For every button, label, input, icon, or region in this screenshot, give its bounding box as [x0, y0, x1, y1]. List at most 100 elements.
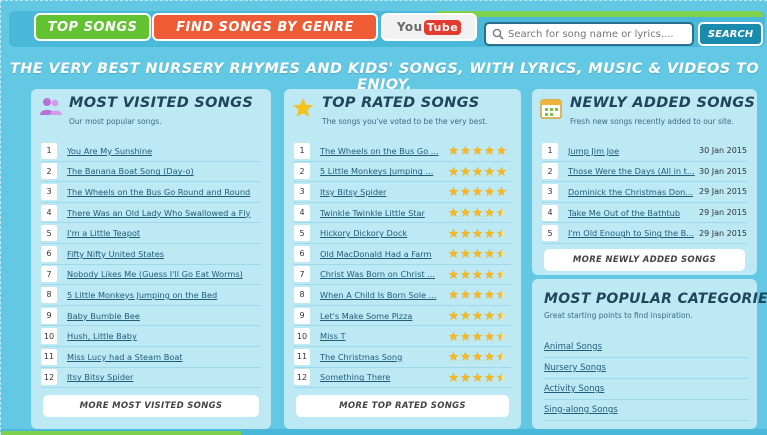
- song-link[interactable]: Hickory Dickory Dock: [320, 228, 448, 238]
- newly-added-list: 1 Jump Jim Joe 30 Jan 2015 2 Those Were the …: [542, 141, 747, 244]
- card-title: MOST POPULAR CATEGORIES: [544, 291, 767, 307]
- card-title: MOST VISITED SONGS: [69, 95, 254, 111]
- rank-number: 7: [41, 266, 57, 283]
- rank-number: 3: [542, 183, 558, 200]
- rank-number: 4: [294, 204, 310, 221]
- star-icon: [448, 248, 459, 259]
- card-subtitle: Great starting points to find inspiratio…: [544, 311, 693, 320]
- song-link[interactable]: Old MacDonald Had a Farm: [320, 249, 448, 259]
- star-icon: [448, 228, 459, 238]
- more-most-visited-button[interactable]: MORE MOST VISITED SONGS: [43, 395, 259, 417]
- song-link[interactable]: I'm Old Enough to Sing the B...: [568, 228, 695, 238]
- song-link[interactable]: Fifty Nifty United States: [67, 249, 261, 259]
- song-link[interactable]: When A Child Is Born Sole ...: [320, 290, 448, 300]
- star-icon: [448, 372, 459, 382]
- star-icon: [448, 166, 459, 176]
- song-link[interactable]: The Wheels on the Bus Go ...: [320, 146, 448, 156]
- star-icon: [484, 331, 495, 341]
- youtube-link[interactable]: You Tube: [381, 13, 477, 41]
- song-link[interactable]: The Wheels on the Bus Go Round and Round: [67, 187, 261, 197]
- top-rated-card: TOP RATED SONGS The songs you've voted t…: [284, 89, 521, 429]
- category-link[interactable]: Nursery Songs: [544, 358, 749, 379]
- star-icon: [484, 351, 495, 362]
- list-item: 8 5 Little Monkeys Jumping on the Bed: [41, 285, 261, 306]
- song-link[interactable]: Take Me Out of the Bathtub: [568, 208, 695, 218]
- star-icon: [448, 186, 459, 197]
- song-link[interactable]: 5 Little Monkeys Jumping on the Bed: [67, 290, 261, 300]
- rank-number: 9: [41, 307, 57, 324]
- rank-number: 11: [294, 348, 310, 365]
- rank-number: 3: [41, 183, 57, 200]
- category-list: Animal Songs Nursery Songs Activity Songs S…: [544, 337, 749, 421]
- star-icon: [460, 372, 471, 382]
- song-link[interactable]: There Was an Old Lady Who Swallowed a Fl…: [67, 208, 261, 218]
- list-item: 9 Let's Make Some Pizza: [294, 306, 511, 327]
- star-rating: [448, 310, 507, 321]
- newly-added-card: NEWLY ADDED SONGS Fresh new songs recent…: [532, 89, 757, 275]
- song-link[interactable]: You Are My Sunshine: [67, 146, 261, 156]
- star-icon: [292, 97, 316, 119]
- card-subtitle: The songs you've voted to be the very be…: [322, 117, 488, 126]
- song-link[interactable]: Twinkle Twinkle Little Star: [320, 208, 448, 218]
- star-icon: [472, 166, 483, 176]
- list-item: 1 The Wheels on the Bus Go ...: [294, 141, 511, 162]
- star-icon: [484, 166, 495, 176]
- star-icon: [484, 228, 495, 238]
- top-rated-list: 1 The Wheels on the Bus Go ... 2 5 Little M…: [294, 141, 511, 389]
- song-link[interactable]: Miss Lucy had a Steam Boat: [67, 352, 261, 362]
- category-link[interactable]: Activity Songs: [544, 379, 749, 400]
- star-icon: [460, 166, 471, 176]
- star-icon: [448, 289, 459, 300]
- star-icon: [496, 228, 507, 238]
- song-link[interactable]: Itsy Bitsy Spider: [320, 187, 448, 197]
- song-link[interactable]: Something There: [320, 372, 448, 382]
- star-icon: [472, 310, 483, 321]
- category-link[interactable]: Animal Songs: [544, 337, 749, 358]
- song-link[interactable]: Dominick the Christmas Don...: [568, 187, 695, 197]
- song-link[interactable]: Those Were the Days (All in t...: [568, 166, 695, 176]
- song-link[interactable]: Hush, Little Baby: [67, 331, 261, 341]
- star-icon: [472, 186, 483, 197]
- search-input[interactable]: [508, 28, 692, 40]
- list-item: 3 The Wheels on the Bus Go Round and Roun…: [41, 182, 261, 203]
- youtube-logo-tube: Tube: [423, 19, 462, 35]
- song-link[interactable]: Christ Was Born on Christ ...: [320, 269, 448, 279]
- more-top-rated-button[interactable]: MORE TOP RATED SONGS: [296, 395, 509, 417]
- song-link[interactable]: Miss T: [320, 331, 448, 341]
- song-link[interactable]: Itsy Bitsy Spider: [67, 372, 261, 382]
- rank-number: 12: [294, 369, 310, 386]
- date-added: 30 Jan 2015: [699, 166, 747, 176]
- more-newly-added-button[interactable]: MORE NEWLY ADDED SONGS: [544, 249, 745, 271]
- date-added: 29 Jan 2015: [699, 187, 747, 197]
- bottom-accent: [1, 431, 241, 435]
- song-link[interactable]: Baby Bumble Bee: [67, 311, 261, 321]
- category-link[interactable]: Sing-along Songs: [544, 400, 749, 421]
- star-icon: [448, 310, 459, 321]
- song-link[interactable]: 5 Little Monkeys Jumping ...: [320, 166, 448, 176]
- star-icon: [496, 269, 507, 279]
- list-item: 2 5 Little Monkeys Jumping ...: [294, 162, 511, 183]
- rank-number: 1: [542, 142, 558, 159]
- star-rating: [448, 372, 507, 383]
- list-item: 6 Fifty Nifty United States: [41, 244, 261, 265]
- rank-number: 8: [41, 286, 57, 303]
- rank-number: 10: [294, 328, 310, 345]
- card-header: MOST VISITED SONGS Our most popular song…: [39, 95, 263, 133]
- star-rating: [448, 207, 507, 218]
- card-subtitle: Our most popular songs.: [69, 117, 162, 126]
- nav-top-songs[interactable]: TOP SONGS: [34, 13, 151, 41]
- search-button[interactable]: SEARCH: [698, 22, 763, 46]
- song-link[interactable]: The Banana Boat Song (Day-o): [67, 166, 261, 176]
- song-link[interactable]: Let's Make Some Pizza: [320, 311, 448, 321]
- song-link[interactable]: The Christmas Song: [320, 352, 448, 362]
- star-icon: [484, 145, 495, 156]
- star-icon: [460, 145, 471, 156]
- song-link[interactable]: I'm a Little Teapot: [67, 228, 261, 238]
- star-icon: [460, 207, 471, 218]
- song-link[interactable]: Jump Jim Joe: [568, 146, 695, 156]
- people-icon: [39, 97, 63, 119]
- nav-find-songs-by-genre[interactable]: FIND SONGS BY GENRE: [152, 13, 378, 41]
- star-icon: [496, 145, 507, 156]
- song-link[interactable]: Nobody Likes Me (Guess I'll Go Eat Worms…: [67, 269, 261, 279]
- star-icon: [496, 310, 507, 321]
